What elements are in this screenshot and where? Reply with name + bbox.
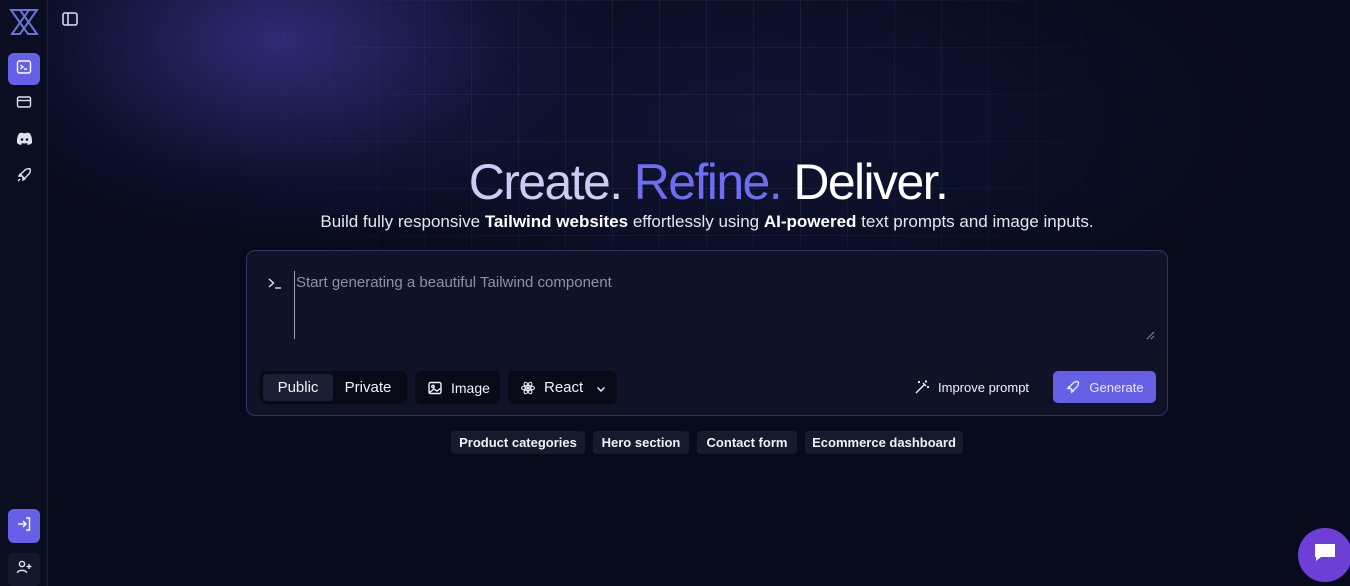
prompt-chevron-icon — [267, 276, 283, 290]
visibility-private-option[interactable]: Private — [333, 374, 403, 401]
framework-select[interactable]: React — [508, 371, 617, 404]
chat-icon — [1312, 541, 1338, 570]
sidebar-terminal-button[interactable] — [8, 53, 40, 85]
prompt-panel: Public Private Image React — [246, 250, 1168, 416]
card-icon — [16, 94, 32, 115]
generate-label: Generate — [1089, 379, 1144, 395]
page-title: Create. Refine. Deliver. — [0, 153, 1350, 211]
magic-wand-icon — [914, 379, 930, 395]
image-upload-button[interactable]: Image — [415, 371, 500, 404]
rocket-icon — [1065, 380, 1080, 395]
subtitle-text: effortlessly using — [628, 212, 764, 231]
generate-button[interactable]: Generate — [1053, 371, 1156, 403]
x-logo-icon[interactable] — [9, 8, 39, 36]
suggestion-chip[interactable]: Contact form — [697, 431, 797, 454]
terminal-icon — [16, 59, 32, 80]
visibility-toggle: Public Private — [260, 371, 407, 404]
sign-in-button[interactable] — [8, 509, 40, 543]
chevron-down-icon — [595, 382, 607, 394]
resize-handle-icon[interactable] — [1145, 327, 1155, 340]
sidebar-billing-button[interactable] — [8, 88, 40, 120]
subtitle-bold: AI-powered — [763, 212, 857, 231]
suggestion-chip[interactable]: Ecommerce dashboard — [805, 431, 963, 454]
sidebar — [0, 0, 48, 586]
image-icon — [427, 380, 443, 396]
subtitle-text: Build fully responsive — [320, 212, 485, 231]
image-button-label: Image — [451, 379, 490, 396]
framework-label: React — [544, 379, 584, 396]
sign-in-icon — [16, 516, 32, 537]
prompt-input[interactable] — [294, 271, 1156, 339]
react-icon — [520, 380, 536, 396]
sidebar-toggle-icon[interactable] — [60, 9, 80, 29]
subtitle-bold: Tailwind websites — [484, 212, 629, 231]
chat-widget-button[interactable] — [1298, 528, 1350, 582]
suggestion-chip[interactable]: Product categories — [451, 431, 585, 454]
title-deliver: Deliver. — [793, 154, 949, 210]
discord-icon — [16, 132, 33, 151]
suggestion-chip[interactable]: Hero section — [593, 431, 689, 454]
title-refine: Refine. — [633, 154, 783, 210]
title-create: Create. — [468, 154, 623, 210]
visibility-public-option[interactable]: Public — [263, 374, 333, 401]
improve-prompt-label: Improve prompt — [938, 379, 1030, 395]
subtitle-text: text prompts and image inputs. — [856, 212, 1094, 231]
improve-prompt-button[interactable]: Improve prompt — [914, 376, 1029, 398]
sign-up-button[interactable] — [8, 553, 40, 586]
user-plus-icon — [16, 559, 32, 580]
page-subtitle: Build fully responsive Tailwind websites… — [0, 211, 1350, 233]
